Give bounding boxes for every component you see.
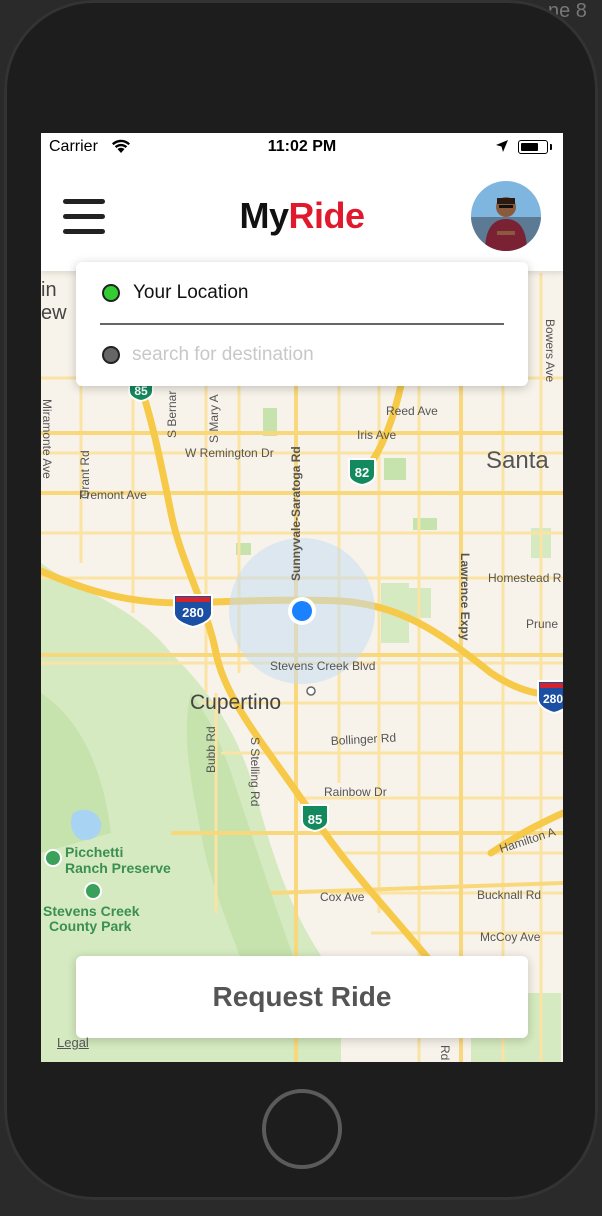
home-button[interactable]: [262, 1089, 342, 1169]
map-label-rainbow: Rainbow Dr: [324, 785, 387, 799]
origin-dot-icon: [102, 284, 120, 302]
map-label-reed-ave: Reed Ave: [386, 404, 438, 418]
battery-icon: [518, 140, 548, 154]
svg-text:85: 85: [134, 384, 148, 398]
park-marker-picchetti[interactable]: [44, 849, 62, 867]
map-label-prune: Prune: [526, 617, 558, 631]
map-label-grant: Grant Rd: [78, 450, 92, 499]
battery-cap: [550, 144, 552, 150]
svg-text:85: 85: [308, 812, 322, 827]
city-center-marker: [306, 686, 316, 696]
hwy-82-shield: 82: [348, 458, 376, 487]
map-label-sunnyvale: Sunnyvale-Saratoga Rd: [289, 446, 303, 581]
map-label-cox: Cox Ave: [320, 890, 365, 904]
status-time: 11:02 PM: [267, 138, 337, 155]
map-label-w-remington: W Remington Dr: [185, 446, 274, 460]
logo-ride: Ride: [288, 195, 366, 236]
legal-link[interactable]: Legal: [57, 1035, 89, 1050]
map-label-ew: ew: [41, 302, 67, 324]
map-label-bubb: Bubb Rd: [204, 726, 218, 773]
map-label-mccoy: McCoy Ave: [480, 930, 541, 944]
map-label-bucknall: Bucknall Rd: [477, 888, 541, 902]
location-arrow-icon: [496, 140, 508, 152]
map-label-stevens-park-1: Stevens Creek: [43, 903, 140, 919]
map-label-in: in: [41, 279, 57, 301]
map-label-lawrence: Lawrence Expy: [458, 553, 472, 641]
current-location-dot[interactable]: [292, 601, 312, 621]
map-label-s-mary: S Mary A: [207, 394, 221, 443]
app-header: MyRide: [41, 161, 563, 271]
svg-text:280: 280: [182, 605, 204, 620]
destination-search-input[interactable]: [128, 336, 506, 374]
request-ride-button[interactable]: Request Ride: [76, 956, 528, 1038]
hwy-280-shield-west: 280: [173, 594, 213, 629]
destination-dot-icon: [102, 346, 120, 364]
svg-text:82: 82: [355, 465, 369, 480]
map-label-cupertino: Cupertino: [190, 691, 281, 714]
battery-level: [521, 143, 538, 151]
map-label-bottom-rd: Rd: [438, 1045, 452, 1060]
map-label-iris-ave: Iris Ave: [357, 428, 396, 442]
logo-my: My: [239, 195, 289, 236]
park-marker-stevens-creek[interactable]: [84, 882, 102, 900]
origin-field[interactable]: Your Location: [133, 282, 249, 304]
status-bar: Carrier 11:02 PM: [41, 133, 563, 161]
route-input-card: Your Location: [76, 262, 528, 386]
map-label-santa: Santa: [486, 447, 549, 474]
map-label-stevens-creek-blvd: Stevens Creek Blvd: [270, 659, 375, 673]
map-label-picchetti-1: Picchetti: [65, 844, 123, 860]
app-screen: 85 280 280 82 85 in ew Reed Ave Iris Ave…: [41, 133, 563, 1062]
map-label-homestead: Homestead R: [488, 571, 562, 585]
svg-text:280: 280: [543, 692, 563, 706]
map-label-stelling: S Stelling Rd: [248, 737, 262, 806]
card-divider: [100, 323, 504, 325]
map-label-picchetti-2: Ranch Preserve: [65, 860, 171, 876]
avatar[interactable]: [471, 181, 541, 251]
map-label-miramonte: Miramonte Ave: [41, 399, 54, 479]
map-label-s-bernardo: S Bernar: [165, 391, 179, 438]
map-label-bowers: Bowers Ave: [543, 319, 557, 382]
map-label-stevens-park-2: County Park: [49, 918, 132, 934]
hwy-85-shield-south: 85: [301, 804, 329, 833]
